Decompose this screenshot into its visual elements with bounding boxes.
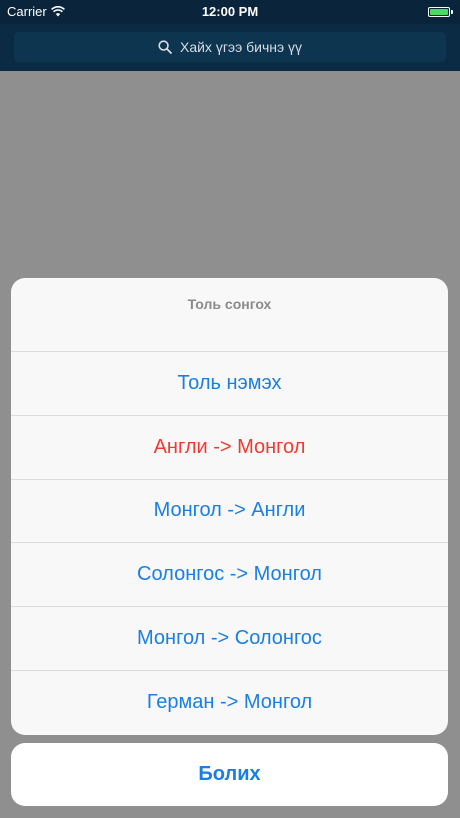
- action-english-mongolian[interactable]: Англи -> Монгол: [11, 416, 448, 480]
- search-placeholder: Хайх үгээ бичнэ үү: [179, 39, 302, 55]
- search-input[interactable]: Хайх үгээ бичнэ үү: [14, 32, 446, 62]
- battery-icon: [428, 7, 450, 17]
- dictionary-action-sheet: Толь сонгох Толь нэмэх Англи -> Монгол М…: [11, 278, 448, 735]
- status-time: 12:00 PM: [201, 4, 259, 19]
- cancel-button[interactable]: Болих: [11, 743, 448, 806]
- action-mongolian-english[interactable]: Монгол -> Англи: [11, 480, 448, 544]
- action-sheet-title: Толь сонгох: [11, 278, 448, 352]
- search-icon: [158, 40, 172, 54]
- nav-bar: Хайх үгээ бичнэ үү: [0, 24, 460, 71]
- status-bar: Carrier 12:00 PM: [0, 0, 460, 24]
- action-german-mongolian[interactable]: Герман -> Монгол: [11, 671, 448, 735]
- action-mongolian-korean[interactable]: Монгол -> Солонгос: [11, 607, 448, 671]
- battery-level: [430, 9, 448, 15]
- action-add-dictionary[interactable]: Толь нэмэх: [11, 352, 448, 416]
- battery-tip: [451, 10, 453, 14]
- action-korean-mongolian[interactable]: Солонгос -> Монгол: [11, 543, 448, 608]
